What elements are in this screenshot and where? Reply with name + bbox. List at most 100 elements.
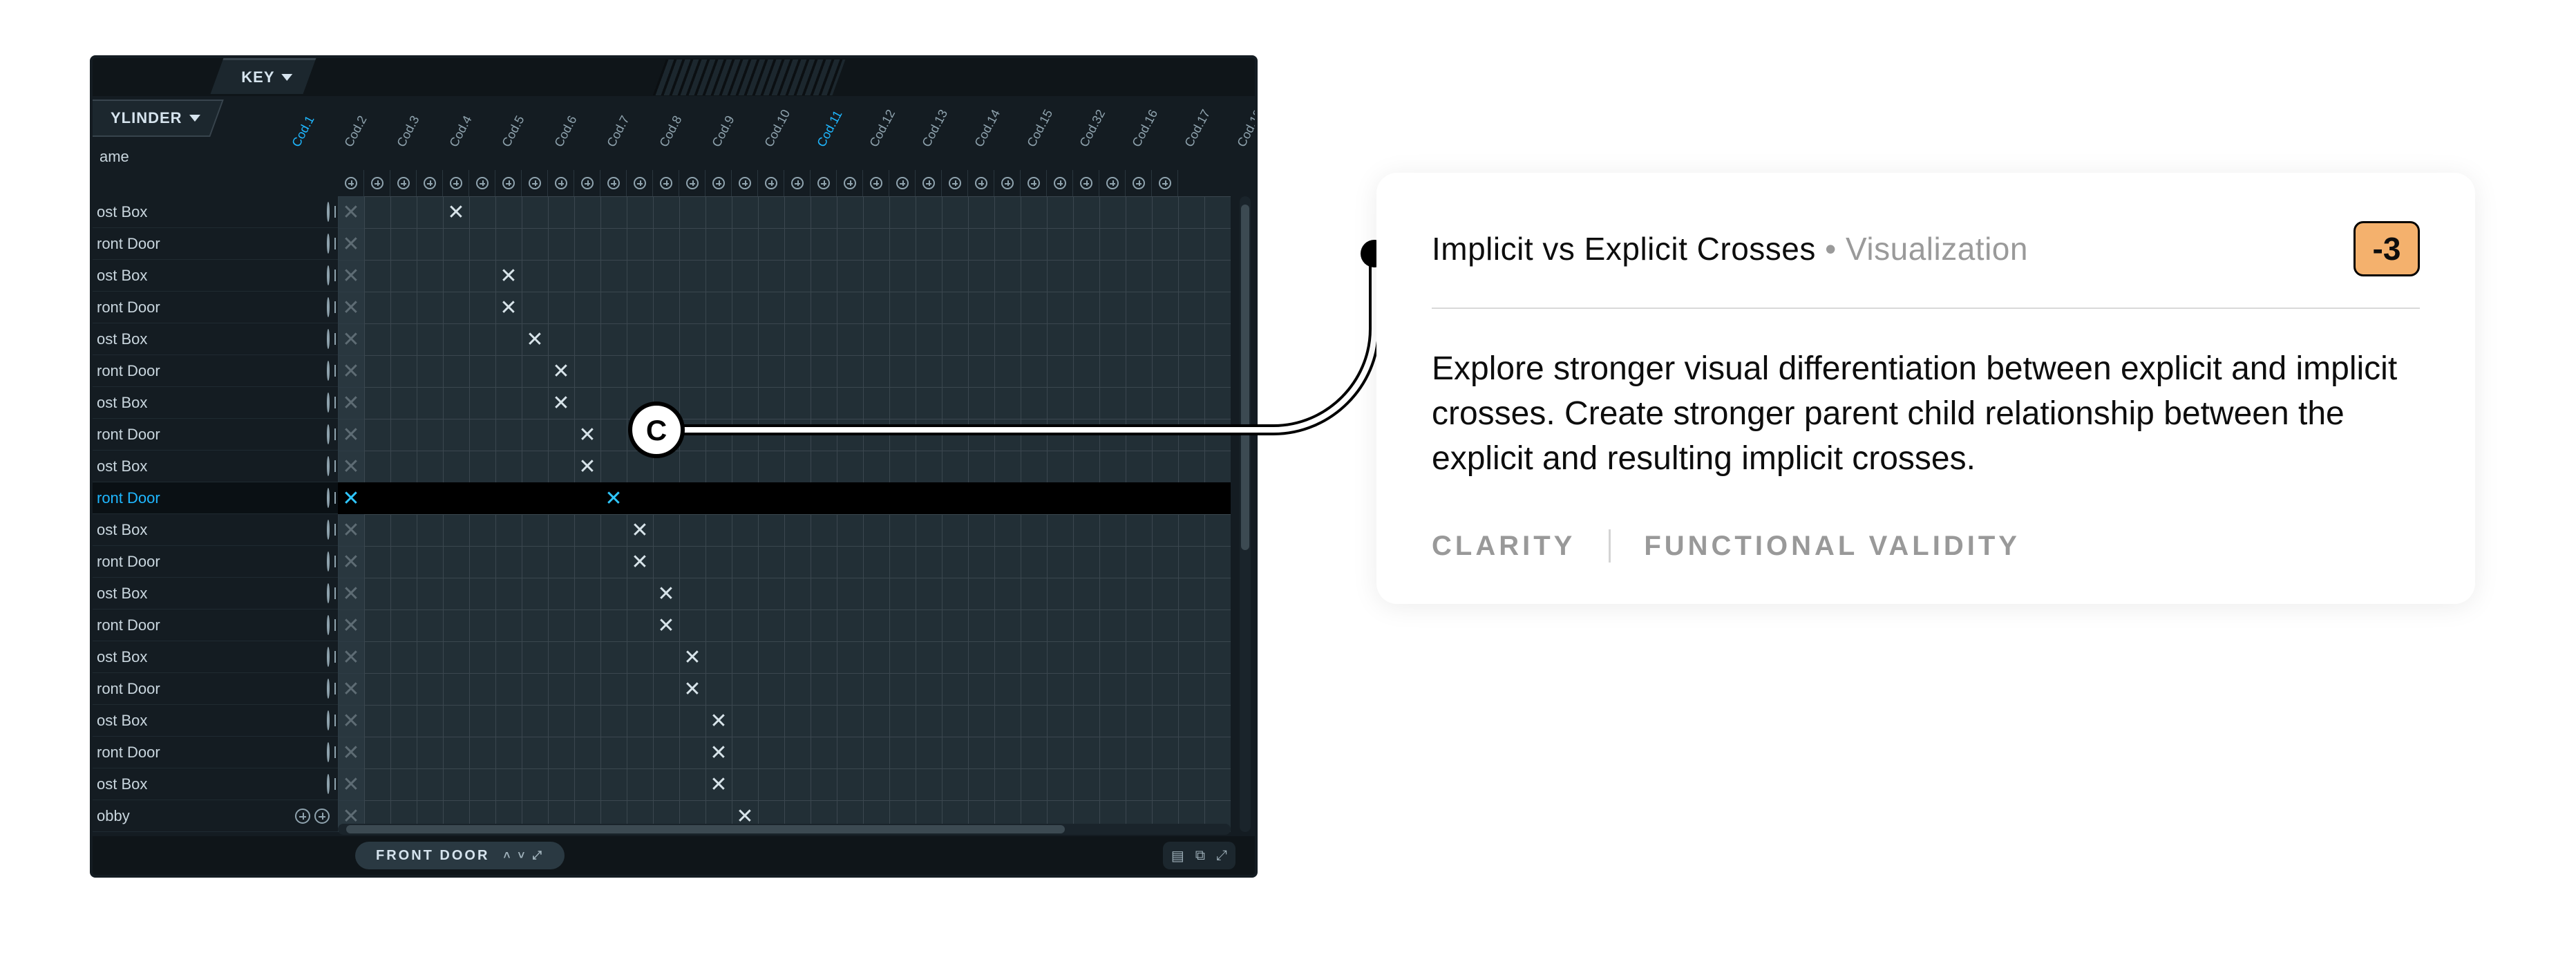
plus-circle-icon[interactable] [1080, 177, 1092, 189]
plus-circle-icon[interactable] [791, 177, 804, 189]
plus-circle-icon[interactable] [1133, 177, 1145, 189]
plus-circle-icon[interactable] [765, 177, 777, 189]
column-add-slot[interactable] [732, 170, 758, 196]
list-item[interactable]: ost Box [93, 705, 338, 737]
column-add-slot[interactable] [390, 170, 417, 196]
plus-circle-icon[interactable] [327, 202, 330, 222]
column-add-slot[interactable] [942, 170, 968, 196]
list-item[interactable]: ost Box [93, 514, 338, 546]
plus-circle-icon[interactable] [327, 583, 330, 603]
cross-mark[interactable]: ✕ [495, 292, 522, 323]
column-add-slot[interactable] [627, 170, 653, 196]
cross-mark[interactable]: ✕ [627, 514, 653, 546]
column-add-slot[interactable] [1126, 170, 1152, 196]
arrow-down-icon[interactable]: ˅ [518, 849, 527, 862]
column-add-slot[interactable] [548, 170, 574, 196]
plus-circle-icon[interactable] [327, 456, 330, 476]
column-label[interactable]: Cod.18 [1234, 120, 1258, 169]
expand-icon[interactable]: ⤢ [532, 849, 544, 862]
selected-item-pill[interactable]: FRONT DOOR ˄ ˅ ⤢ [355, 842, 565, 869]
column-add-slot[interactable] [863, 170, 889, 196]
column-label[interactable]: Cod.8 [656, 120, 717, 169]
plus-circle-icon[interactable] [686, 177, 699, 189]
list-item[interactable]: ront Door [93, 610, 338, 641]
plus-circle-icon[interactable] [327, 647, 330, 667]
plus-circle-icon[interactable] [1027, 177, 1040, 189]
list-item[interactable]: ost Box [93, 451, 338, 482]
list-item[interactable]: ront Door [93, 546, 338, 578]
plus-circle-icon[interactable] [327, 615, 330, 635]
cross-mark[interactable]: ✕ [705, 705, 732, 737]
cross-mark[interactable]: ✕ [522, 323, 548, 355]
column-label[interactable]: Cod.10 [761, 120, 822, 169]
list-item[interactable]: ront Door [93, 673, 338, 705]
column-add-slot[interactable] [364, 170, 390, 196]
plus-circle-icon[interactable] [1054, 177, 1066, 189]
plus-circle-icon[interactable] [634, 177, 646, 189]
plus-circle-icon[interactable] [424, 177, 436, 189]
plus-circle-icon[interactable] [327, 393, 330, 413]
cross-mark[interactable]: ✕ [705, 768, 732, 800]
plus-circle-icon[interactable] [870, 177, 882, 189]
column-add-slot[interactable] [469, 170, 495, 196]
horizontal-scrollbar[interactable] [338, 824, 1231, 835]
column-add-slot[interactable] [1099, 170, 1126, 196]
cross-mark[interactable]: ✕ [705, 737, 732, 768]
plus-circle-icon[interactable] [975, 177, 987, 189]
column-label[interactable]: Cod.13 [919, 120, 980, 169]
plus-circle-icon[interactable] [607, 177, 620, 189]
column-add-slot[interactable] [916, 170, 942, 196]
cross-mark[interactable]: ✕ [653, 610, 679, 641]
column-label[interactable]: Cod.17 [1182, 120, 1242, 169]
column-add-slot[interactable] [653, 170, 679, 196]
plus-circle-icon[interactable] [922, 177, 935, 189]
column-add-slot[interactable] [1047, 170, 1073, 196]
plus-circle-icon[interactable] [476, 177, 489, 189]
plus-circle-icon[interactable] [1001, 177, 1014, 189]
column-add-slot[interactable] [1152, 170, 1178, 196]
matrix-grid[interactable]: ✕✕✕✕✕✕✕✕✕✕✕✕✕✕✕✕✕✕✕✕✕✕✕✕✕✕✕✕✕✕✕✕✕✕✕✕✕✕✕✕ [338, 196, 1231, 832]
list-item[interactable]: ront Door [93, 228, 338, 260]
list-item[interactable]: ost Box [93, 387, 338, 419]
plus-circle-icon[interactable] [739, 177, 751, 189]
plus-circle-icon[interactable] [327, 551, 330, 571]
cylinder-dropdown[interactable]: YLINDER [90, 100, 223, 137]
cross-mark[interactable]: ✕ [679, 641, 705, 673]
list-item[interactable]: ront Door [93, 482, 338, 514]
column-label[interactable]: Cod.7 [604, 120, 665, 169]
column-add-slot[interactable] [338, 170, 364, 196]
column-add-slot[interactable] [443, 170, 469, 196]
column-label[interactable]: Cod.15 [1024, 120, 1085, 169]
plus-circle-icon[interactable] [327, 774, 330, 794]
column-add-slot[interactable] [495, 170, 522, 196]
plus-circle-icon[interactable] [327, 329, 330, 349]
column-add-slot[interactable] [811, 170, 837, 196]
plus-circle-icon[interactable] [327, 520, 330, 540]
plus-circle-icon[interactable] [502, 177, 515, 189]
column-add-slot[interactable] [1073, 170, 1099, 196]
list-item[interactable]: ront Door [93, 355, 338, 387]
column-label[interactable]: Cod.16 [1129, 120, 1190, 169]
plus-circle-icon[interactable] [660, 177, 672, 189]
column-label[interactable]: Cod.3 [394, 120, 455, 169]
column-add-slot[interactable] [1021, 170, 1047, 196]
cross-mark[interactable]: ✕ [443, 196, 469, 228]
column-add-slot[interactable] [705, 170, 732, 196]
plus-circle-icon[interactable] [581, 177, 594, 189]
list-item[interactable]: ost Box [93, 768, 338, 800]
column-add-slot[interactable] [417, 170, 443, 196]
column-add-slot[interactable] [968, 170, 994, 196]
plus-circle-icon[interactable] [712, 177, 725, 189]
list-item[interactable]: ost Box [93, 260, 338, 292]
cross-mark[interactable]: ✕ [548, 387, 574, 419]
column-add-slot[interactable] [574, 170, 600, 196]
plus-circle-icon[interactable] [1159, 177, 1171, 189]
column-label[interactable]: Cod.5 [499, 120, 560, 169]
plus-circle-icon[interactable] [327, 488, 330, 508]
column-label[interactable]: Cod.4 [446, 120, 507, 169]
column-add-slot[interactable] [784, 170, 811, 196]
column-label[interactable]: Cod.12 [866, 120, 927, 169]
list-item[interactable]: ost Box [93, 323, 338, 355]
plus-circle-icon[interactable] [371, 177, 383, 189]
open-external-icon[interactable]: ⧉ [1195, 848, 1205, 864]
